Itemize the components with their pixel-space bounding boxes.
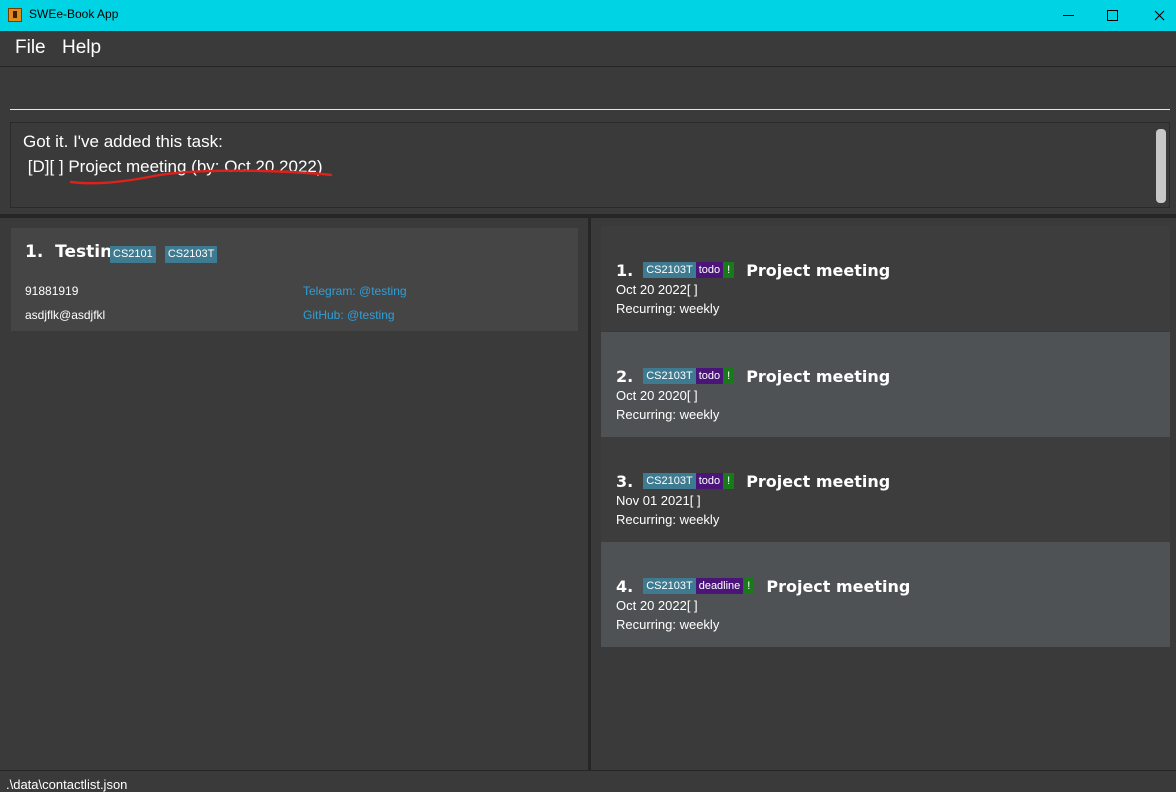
task-header: 2. CS2103T todo ! Project meeting bbox=[616, 366, 890, 386]
app-icon bbox=[8, 8, 22, 22]
type-tag: deadline bbox=[695, 578, 744, 594]
module-tag: CS2103T bbox=[643, 578, 696, 594]
module-tag: CS2103T bbox=[643, 473, 696, 489]
task-header: 1. CS2103T todo ! Project meeting bbox=[616, 260, 890, 280]
contact-email: asdjflk@asdjfkl bbox=[25, 308, 106, 322]
task-tags: CS2103T todo ! bbox=[643, 473, 735, 489]
task-card[interactable]: 4. CS2103T deadline ! Project meeting Oc… bbox=[601, 542, 1170, 647]
command-input[interactable] bbox=[10, 67, 1170, 109]
red-underline-annotation bbox=[69, 169, 333, 185]
contact-github-link[interactable]: GitHub: @testing bbox=[303, 308, 395, 322]
type-tag: todo bbox=[695, 473, 724, 489]
maximize-icon[interactable] bbox=[1090, 0, 1136, 31]
task-card[interactable]: 1. CS2103T todo ! Project meeting Oct 20… bbox=[601, 226, 1170, 331]
task-tags: CS2103T deadline ! bbox=[643, 578, 755, 594]
priority-tag: ! bbox=[723, 368, 735, 384]
task-date: Nov 01 2021[ ] bbox=[616, 493, 701, 508]
task-card[interactable]: 3. CS2103T todo ! Project meeting Nov 01… bbox=[601, 437, 1170, 542]
menu-help[interactable]: Help bbox=[62, 37, 101, 59]
minimize-icon[interactable] bbox=[1046, 0, 1092, 31]
close-icon[interactable] bbox=[1135, 0, 1176, 31]
result-scrollbar-thumb[interactable] bbox=[1156, 129, 1166, 203]
task-date: Oct 20 2022[ ] bbox=[616, 282, 698, 297]
task-name: Project meeting bbox=[746, 260, 891, 280]
contact-card[interactable]: 1. Testing CS2101 CS2103T 91881919 asdjf… bbox=[11, 228, 578, 331]
contact-index: 1. bbox=[25, 242, 44, 262]
result-scrollbar[interactable] bbox=[1156, 129, 1166, 203]
contact-phone: 91881919 bbox=[25, 284, 79, 298]
menu-file[interactable]: File bbox=[15, 37, 46, 59]
task-name: Project meeting bbox=[746, 366, 891, 386]
menu-bar: File Help bbox=[0, 31, 1176, 67]
module-tag: CS2103T bbox=[643, 262, 696, 278]
task-tags: CS2103T todo ! bbox=[643, 262, 735, 278]
task-recurring: Recurring: weekly bbox=[616, 617, 720, 632]
task-tags: CS2103T todo ! bbox=[643, 368, 735, 384]
command-box bbox=[10, 67, 1170, 110]
task-list-panel: 1. CS2103T todo ! Project meeting Oct 20… bbox=[591, 218, 1176, 770]
contact-list-panel: 1. Testing CS2101 CS2103T 91881919 asdjf… bbox=[0, 218, 588, 770]
task-recurring: Recurring: weekly bbox=[616, 301, 720, 316]
contact-tag: CS2101 bbox=[110, 246, 156, 263]
task-header: 3. CS2103T todo ! Project meeting bbox=[616, 471, 890, 491]
task-index: 1. bbox=[616, 260, 634, 280]
result-line-1: Got it. I've added this task: bbox=[23, 132, 223, 151]
contact-tags: CS2101 CS2103T bbox=[110, 242, 221, 263]
status-bar: .\data\contactlist.json bbox=[0, 770, 1176, 792]
window-title: SWEe-Book App bbox=[29, 7, 119, 21]
task-recurring: Recurring: weekly bbox=[616, 407, 720, 422]
task-name: Project meeting bbox=[766, 576, 911, 596]
task-index: 2. bbox=[616, 366, 634, 386]
type-tag: todo bbox=[695, 368, 724, 384]
type-tag: todo bbox=[695, 262, 724, 278]
priority-tag: ! bbox=[723, 262, 735, 278]
task-name: Project meeting bbox=[746, 471, 891, 491]
task-card[interactable]: 2. CS2103T todo ! Project meeting Oct 20… bbox=[601, 332, 1170, 437]
result-display: Got it. I've added this task: [D][ ] Pro… bbox=[10, 122, 1170, 208]
task-header: 4. CS2103T deadline ! Project meeting bbox=[616, 576, 910, 596]
priority-tag: ! bbox=[743, 578, 755, 594]
priority-tag: ! bbox=[723, 473, 735, 489]
status-file-path: .\data\contactlist.json bbox=[6, 777, 128, 792]
task-recurring: Recurring: weekly bbox=[616, 512, 720, 527]
task-date: Oct 20 2020[ ] bbox=[616, 388, 698, 403]
title-bar: SWEe-Book App bbox=[0, 0, 1176, 31]
module-tag: CS2103T bbox=[643, 368, 696, 384]
contact-telegram-link[interactable]: Telegram: @testing bbox=[303, 284, 407, 298]
task-date: Oct 20 2022[ ] bbox=[616, 598, 698, 613]
task-index: 3. bbox=[616, 471, 634, 491]
task-index: 4. bbox=[616, 576, 634, 596]
contact-tag: CS2103T bbox=[164, 246, 218, 263]
